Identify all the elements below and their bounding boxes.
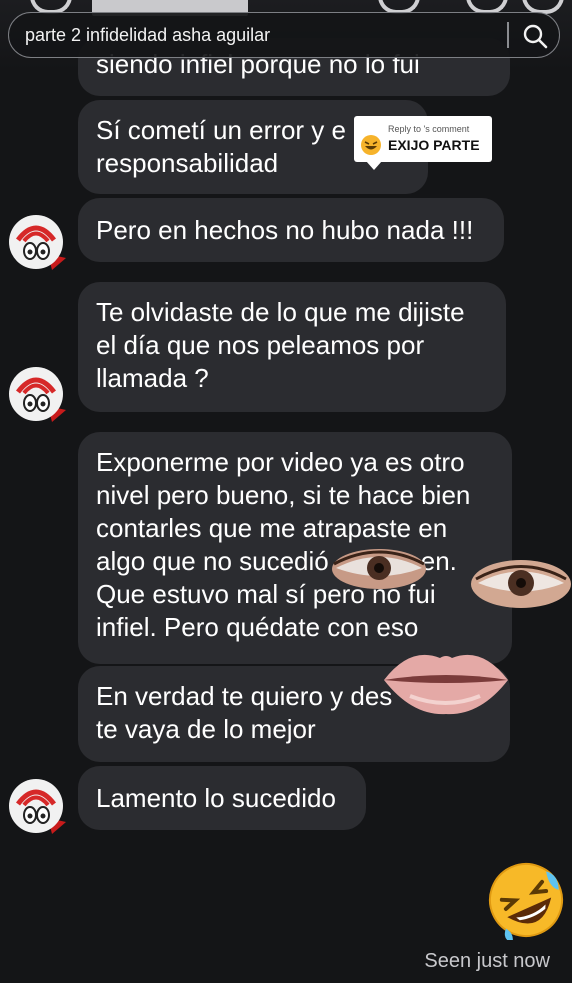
message-bubble-received: Lamento lo sucedido <box>78 766 366 830</box>
reply-comment-text: EXIJO PARTE <box>388 137 480 153</box>
message-line: Pero en hechos no hubo nada !!! <box>96 215 474 245</box>
lips-sticker <box>384 654 508 715</box>
message-line: llamada ? <box>96 363 209 393</box>
message-line: Te olvidaste de lo que me dijiste <box>96 297 465 327</box>
reply-comment-card[interactable]: Reply to 's comment EXIJO PARTE <box>354 116 492 170</box>
message-line: Exponerme por video ya es otro <box>96 447 465 477</box>
search-bar[interactable]: parte 2 infidelidad asha aguilar <box>8 12 560 58</box>
eye-sticker <box>332 549 426 589</box>
seen-status: Seen just now <box>424 950 550 972</box>
message-bubble-received: Te olvidaste de lo que me dijiste el día… <box>78 282 506 412</box>
message-bubble-received: Exponerme por video ya es otro nivel per… <box>78 432 512 664</box>
avatar <box>9 779 66 834</box>
avatar <box>9 367 66 422</box>
eye-sticker <box>471 560 571 608</box>
laughing-emoji-icon <box>361 135 381 155</box>
search-divider <box>507 22 509 48</box>
avatar <box>9 215 66 270</box>
message-bubble-received: Pero en hechos no hubo nada !!! <box>78 198 504 262</box>
rolling-on-floor-laughing-icon <box>489 863 563 940</box>
message-line: el día que nos peleamos por <box>96 330 425 360</box>
message-line-text: algo que no sucedió <box>96 546 329 576</box>
search-icon[interactable] <box>521 22 549 50</box>
message-line: algo que no sucedió en. <box>96 545 494 578</box>
message-line: nivel pero bueno, si te hace bien <box>96 480 471 510</box>
message-line: Lamento lo sucedido <box>96 783 336 813</box>
reply-caption: Reply to 's comment <box>388 124 470 134</box>
message-line: contarles que me atrapaste en <box>96 513 448 543</box>
search-input[interactable]: parte 2 infidelidad asha aguilar <box>25 25 495 46</box>
message-line: Que estuvo mal sí pero no fui <box>96 579 436 609</box>
